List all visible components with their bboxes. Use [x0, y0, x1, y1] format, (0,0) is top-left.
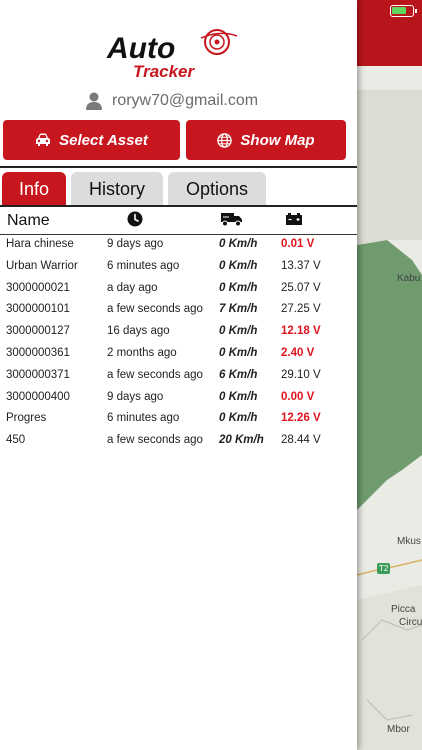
user-email: roryw70@gmail.com	[112, 92, 259, 109]
last-seen: a few seconds ago	[107, 368, 203, 381]
clock-icon	[127, 211, 143, 227]
show-map-label: Show Map	[240, 131, 315, 149]
last-seen: a day ago	[107, 281, 158, 294]
column-name-header: Name	[7, 212, 50, 229]
speed: 7 Km/h	[219, 303, 258, 316]
speed: 0 Km/h	[219, 346, 258, 359]
table-row[interactable]: 450 a few seconds ago 20 Km/h 28.44 V	[0, 430, 357, 452]
speed: 0 Km/h	[219, 259, 258, 272]
speed: 0 Km/h	[219, 281, 258, 294]
speed: 0 Km/h	[219, 412, 258, 425]
voltage: 12.26 V	[281, 412, 321, 425]
last-seen: 9 days ago	[107, 390, 164, 403]
map-terrain	[357, 0, 422, 750]
speed: 0 Km/h	[219, 390, 258, 403]
asset-table-body: Hara chinese 9 days ago 0 Km/h 0.01 V Ur…	[0, 234, 357, 452]
auto-tracker-logo: Auto Tracker	[105, 28, 255, 84]
tab-options[interactable]: Options	[168, 172, 266, 206]
last-seen: a few seconds ago	[107, 303, 203, 316]
voltage: 0.01 V	[281, 238, 315, 250]
table-header: Name	[0, 208, 357, 234]
speed: 0 Km/h	[219, 238, 258, 250]
table-row[interactable]: 3000000361 2 months ago 0 Km/h 2.40 V	[0, 343, 357, 365]
select-asset-button[interactable]: Select Asset	[3, 120, 180, 160]
side-panel: Auto Tracker roryw70@gmail.com Select As…	[0, 0, 357, 750]
voltage: 25.07 V	[281, 281, 321, 294]
voltage: 13.37 V	[281, 259, 321, 272]
last-seen: a few seconds ago	[107, 434, 203, 447]
table-row[interactable]: 3000000127 16 days ago 0 Km/h 12.18 V	[0, 321, 357, 343]
speed: 0 Km/h	[219, 325, 258, 338]
asset-name: Urban Warrior	[6, 259, 78, 272]
tab-info[interactable]: Info	[2, 172, 66, 206]
voltage: 27.25 V	[281, 303, 321, 316]
asset-name: 450	[6, 434, 26, 447]
table-row[interactable]: 3000000371 a few seconds ago 6 Km/h 29.1…	[0, 365, 357, 387]
table-row[interactable]: 3000000400 9 days ago 0 Km/h 0.00 V	[0, 387, 357, 409]
svg-text:Tracker: Tracker	[133, 62, 196, 81]
tabs-divider	[0, 205, 357, 207]
map-place-label: Kabu	[397, 273, 421, 284]
svg-text:Auto: Auto	[106, 32, 175, 65]
table-row[interactable]: 3000000101 a few seconds ago 7 Km/h 27.2…	[0, 299, 357, 321]
last-seen: 2 months ago	[107, 346, 177, 359]
voltage: 12.18 V	[281, 325, 321, 338]
battery-icon	[286, 213, 302, 225]
speed: 6 Km/h	[219, 368, 258, 381]
voltage: 0.00 V	[281, 390, 315, 403]
user-account-row: roryw70@gmail.com	[86, 90, 258, 112]
map-place-label: Picca	[391, 604, 416, 615]
battery-status-icon	[390, 5, 417, 17]
asset-name: 3000000021	[6, 281, 70, 294]
asset-name: 3000000400	[6, 390, 70, 403]
map-header-bar	[357, 0, 422, 66]
map-view[interactable]: Kabu Mkus T2 Picca Circu Mbor	[357, 0, 422, 750]
asset-name: Progres	[6, 412, 47, 425]
map-place-label: Mbor	[387, 724, 410, 735]
voltage: 28.44 V	[281, 434, 321, 447]
speed: 20 Km/h	[219, 434, 264, 447]
voltage: 2.40 V	[281, 346, 315, 359]
table-row[interactable]: Hara chinese 9 days ago 0 Km/h 0.01 V	[0, 234, 357, 256]
globe-icon	[217, 132, 233, 148]
road-badge: T2	[377, 563, 391, 574]
asset-name: 3000000101	[6, 303, 70, 316]
voltage: 29.10 V	[281, 368, 321, 381]
tab-history[interactable]: History	[71, 172, 163, 206]
logo-graphic: Auto Tracker	[106, 29, 238, 81]
asset-name: 3000000361	[6, 346, 70, 359]
select-asset-label: Select Asset	[59, 131, 148, 149]
asset-name: 3000000127	[6, 325, 70, 338]
map-place-label: Circu	[399, 617, 422, 628]
map-place-label: Mkus	[397, 536, 421, 547]
table-row[interactable]: 3000000021 a day ago 0 Km/h 25.07 V	[0, 278, 357, 300]
asset-name: Hara chinese	[6, 238, 74, 250]
truck-icon	[221, 213, 242, 227]
car-icon	[36, 133, 51, 146]
user-icon	[86, 92, 102, 110]
last-seen: 9 days ago	[107, 238, 164, 250]
table-row[interactable]: Urban Warrior 6 minutes ago 0 Km/h 13.37…	[0, 256, 357, 278]
last-seen: 6 minutes ago	[107, 259, 180, 272]
table-row[interactable]: Progres 6 minutes ago 0 Km/h 12.26 V	[0, 408, 357, 430]
asset-name: 3000000371	[6, 368, 70, 381]
last-seen: 6 minutes ago	[107, 412, 180, 425]
show-map-button[interactable]: Show Map	[186, 120, 346, 160]
last-seen: 16 days ago	[107, 325, 170, 338]
divider	[0, 166, 357, 168]
